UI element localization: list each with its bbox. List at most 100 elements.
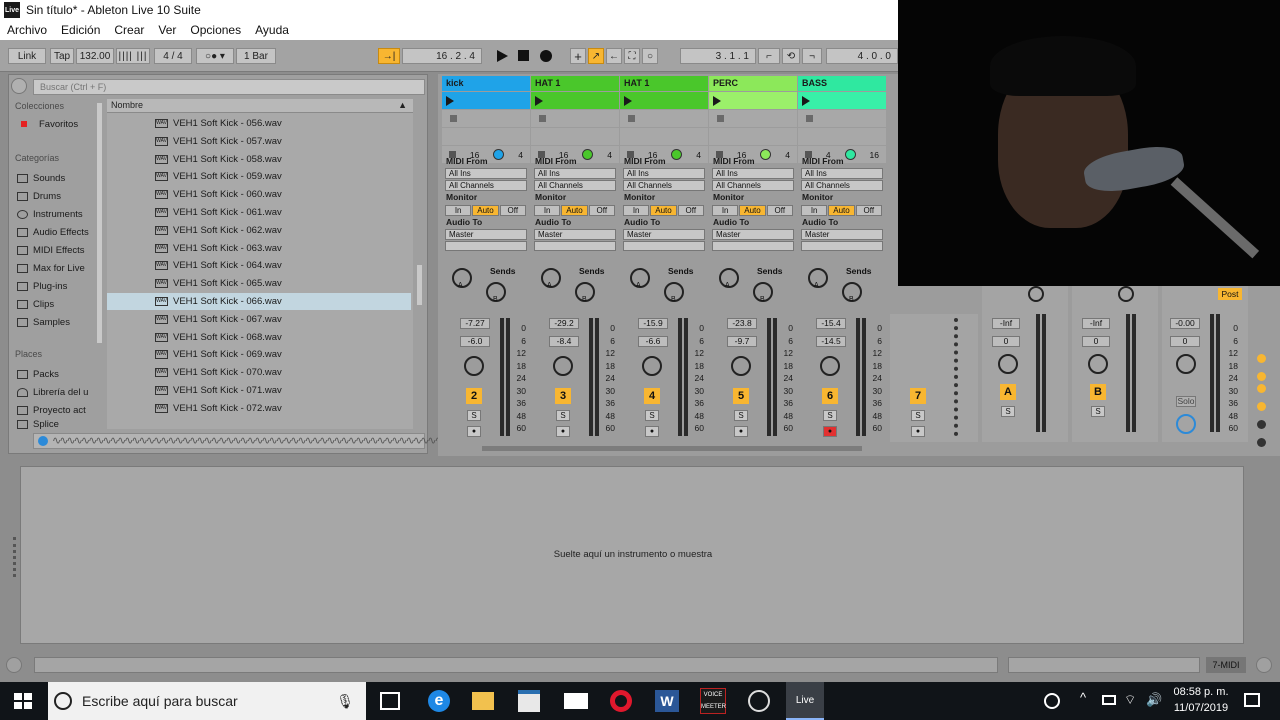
list-item[interactable]: WAV VEH1 Soft Kick - 066.wav <box>107 293 411 310</box>
sidebar-item-user-library[interactable]: Librería del u <box>17 385 88 399</box>
session-record-icon[interactable]: ○ <box>642 48 658 64</box>
sidebar-item-max-for-live[interactable]: Max for Live <box>17 261 85 275</box>
clip-slot-empty[interactable] <box>709 128 797 145</box>
return-b-activator[interactable]: B <box>1090 384 1106 400</box>
clip-slot-empty[interactable] <box>620 128 708 145</box>
people-icon[interactable] <box>1044 693 1060 709</box>
track-solo-button[interactable]: S <box>467 410 481 421</box>
clip-slot-empty[interactable] <box>531 128 619 145</box>
list-item[interactable]: WAV VEH1 Soft Kick - 070.wav <box>155 364 411 381</box>
microphone-icon[interactable]: 🎙 <box>336 693 354 710</box>
audio-to-channel-select[interactable] <box>801 241 883 251</box>
metronome-toggle-icon[interactable]: ○● ▾ <box>196 48 234 64</box>
cue-volume-knob[interactable] <box>1176 414 1196 434</box>
midi-from-select[interactable]: All Ins <box>712 168 794 179</box>
track-activator[interactable]: 4 <box>644 388 660 404</box>
list-item[interactable]: WAV VEH1 Soft Kick - 068.wav <box>155 329 411 346</box>
return-a-activator[interactable]: A <box>1000 384 1016 400</box>
obs-icon[interactable] <box>748 690 770 712</box>
return-b-pan-knob[interactable] <box>1088 354 1108 374</box>
track-title[interactable]: HAT 1 <box>620 76 708 91</box>
monitor-auto-button[interactable]: Auto <box>472 205 499 216</box>
quantize-select[interactable]: 1 Bar <box>236 48 276 64</box>
track-7-arm-icon[interactable]: ● <box>911 426 925 437</box>
menu-crear[interactable]: Crear <box>114 23 144 37</box>
punch-out-icon[interactable]: ¬ <box>802 48 822 64</box>
opera-icon[interactable] <box>610 690 632 712</box>
clock-date[interactable]: 11/07/2019 <box>1166 702 1236 714</box>
track-pan-knob[interactable] <box>731 356 751 376</box>
time-signature-field[interactable]: 4 / 4 <box>154 48 192 64</box>
follow-icon[interactable]: →| <box>378 48 400 64</box>
browser-search-input[interactable] <box>33 79 425 95</box>
track-activator[interactable]: 3 <box>555 388 571 404</box>
monitor-off-button[interactable]: Off <box>766 205 793 216</box>
chevron-up-icon[interactable]: ^ <box>1080 690 1086 705</box>
menu-ayuda[interactable]: Ayuda <box>255 23 289 37</box>
clip-slot-empty[interactable] <box>442 128 530 145</box>
device-drag-handle[interactable] <box>13 537 16 577</box>
tap-button[interactable]: Tap <box>50 48 74 64</box>
monitor-in-button[interactable]: In <box>534 205 561 216</box>
monitor-auto-button[interactable]: Auto <box>828 205 855 216</box>
voicemeeter-icon[interactable]: VOICE MEETER <box>700 688 726 714</box>
return-b-solo[interactable]: S <box>1091 406 1105 417</box>
midi-channel-select[interactable]: All Channels <box>534 180 616 191</box>
list-item[interactable]: WAV VEH1 Soft Kick - 063.wav <box>155 240 411 257</box>
audio-to-channel-select[interactable] <box>445 241 527 251</box>
list-item[interactable]: WAV VEH1 Soft Kick - 060.wav <box>155 186 411 203</box>
clip-stop-icon[interactable] <box>539 115 546 122</box>
menu-edicion[interactable]: Edición <box>61 23 100 37</box>
link-button[interactable]: Link <box>8 48 46 64</box>
sidebar-item-current-project[interactable]: Proyecto act <box>17 403 86 417</box>
track-arm-icon[interactable]: ● <box>467 426 481 437</box>
punch-in-icon[interactable]: ⌐ <box>758 48 780 64</box>
word-icon[interactable]: W <box>655 690 679 712</box>
track-title[interactable]: HAT 1 <box>531 76 619 91</box>
battery-icon[interactable] <box>1102 695 1116 705</box>
track-activator[interactable]: 5 <box>733 388 749 404</box>
clip-slot-playing[interactable] <box>709 92 797 109</box>
return-a-send-b-knob[interactable] <box>1028 286 1044 302</box>
capture-icon[interactable]: ⛶ <box>624 48 640 64</box>
monitor-in-button[interactable]: In <box>712 205 739 216</box>
track-activator[interactable]: 6 <box>822 388 838 404</box>
sidebar-item-instruments[interactable]: Instruments <box>17 207 83 221</box>
audio-to-channel-select[interactable] <box>534 241 616 251</box>
return-a-pan-knob[interactable] <box>998 354 1018 374</box>
play-icon[interactable] <box>497 50 508 62</box>
list-item[interactable]: WAV VEH1 Soft Kick - 064.wav <box>155 257 411 274</box>
track-solo-button[interactable]: S <box>645 410 659 421</box>
monitor-auto-button[interactable]: Auto <box>739 205 766 216</box>
clip-stop-icon[interactable] <box>717 115 724 122</box>
track-pan-value[interactable]: -6.6 <box>638 336 668 347</box>
preview-waveform[interactable]: ∿∿∿∿∿∿∿∿∿∿∿∿∿∿∿∿∿∿∿∿∿∿∿∿∿∿∿∿∿∿∿∿∿∿∿∿∿∿∿∿… <box>33 433 473 449</box>
track-volume[interactable]: -15.4 <box>816 318 846 329</box>
monitor-in-button[interactable]: In <box>445 205 472 216</box>
sidebar-item-clips[interactable]: Clips <box>17 297 54 311</box>
clip-slot-empty[interactable] <box>531 110 619 127</box>
list-item-partial[interactable] <box>155 101 411 107</box>
list-item[interactable]: WAV VEH1 Soft Kick - 071.wav <box>155 382 411 399</box>
menu-ver[interactable]: Ver <box>158 23 176 37</box>
return-b-volume[interactable]: -Inf <box>1082 318 1110 329</box>
track-arm-icon[interactable]: ● <box>556 426 570 437</box>
master-solo-button[interactable]: Solo <box>1176 396 1196 407</box>
clip-play-icon[interactable] <box>446 95 454 106</box>
clip-stop-icon[interactable] <box>628 115 635 122</box>
return-b-pan[interactable]: 0 <box>1082 336 1110 347</box>
loop-length-field[interactable]: 4 . 0 . 0 <box>826 48 898 64</box>
track-pan-knob[interactable] <box>820 356 840 376</box>
track-solo-button[interactable]: S <box>734 410 748 421</box>
sends-toggle-icon[interactable] <box>1257 372 1266 381</box>
track-volume[interactable]: -29.2 <box>549 318 579 329</box>
master-post-button[interactable]: Post <box>1218 288 1242 300</box>
record-icon[interactable] <box>540 50 552 62</box>
track-title[interactable]: PERC <box>709 76 797 91</box>
selected-track-label[interactable]: 7-MIDI <box>1206 657 1246 673</box>
clip-stop-icon[interactable] <box>450 115 457 122</box>
track-volume[interactable]: -23.8 <box>727 318 757 329</box>
loop-start-field[interactable]: 3 . 1 . 1 <box>680 48 756 64</box>
list-item[interactable]: WAV VEH1 Soft Kick - 072.wav <box>155 400 411 417</box>
sidebar-item-favoritos[interactable]: Favoritos <box>17 117 78 131</box>
